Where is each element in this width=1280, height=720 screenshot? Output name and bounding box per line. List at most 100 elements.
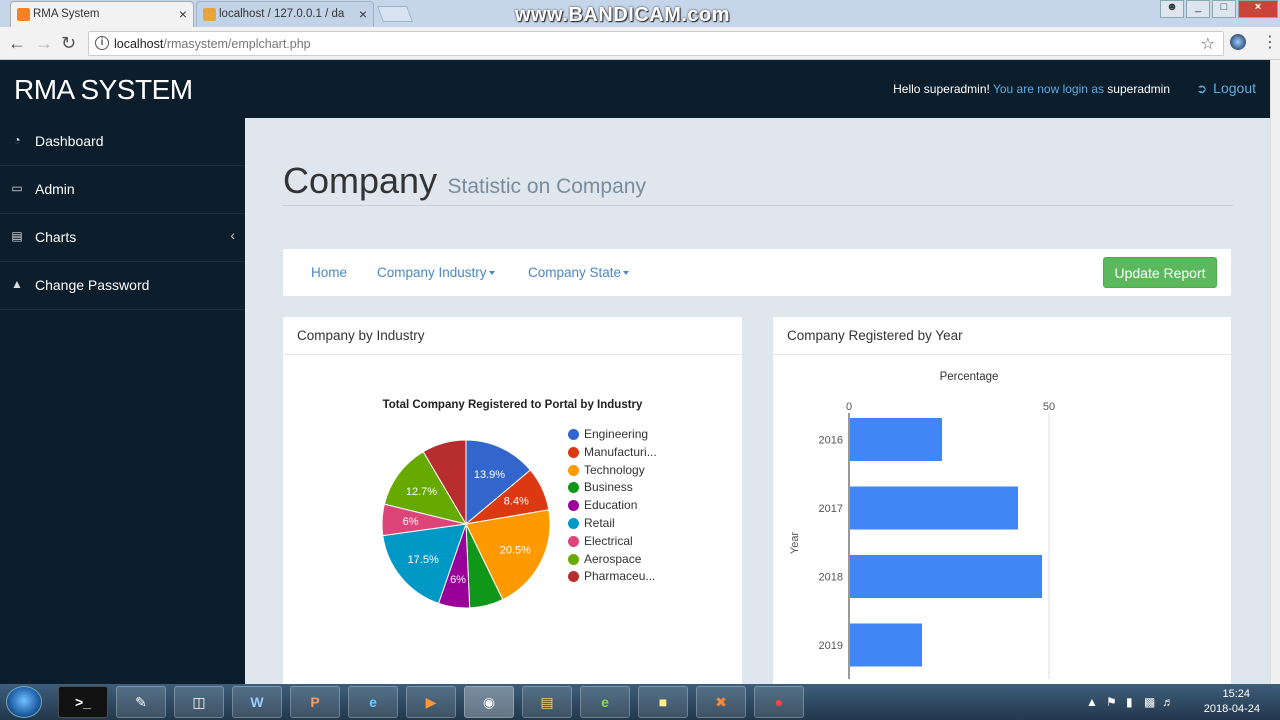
phpmyadmin-favicon-icon <box>203 8 216 21</box>
bar-2017[interactable] <box>850 486 1018 530</box>
bar-2019[interactable] <box>850 623 922 667</box>
sidebar: ◔ Dashboard ▭ Admin ▤ Charts ‹ ▲ Change … <box>0 118 245 684</box>
address-bar[interactable]: i localhost/rmasystem/emplchart.php ☆ <box>88 31 1224 56</box>
info-icon[interactable]: i <box>95 36 109 50</box>
media-player-taskbar-icon[interactable]: ▶ <box>406 686 456 718</box>
window-close-icon[interactable]: × <box>1238 0 1278 18</box>
caret-down-icon <box>488 271 495 276</box>
update-report-button[interactable]: Update Report <box>1103 257 1217 288</box>
login-greeting: Hello superadmin! You are now login as s… <box>893 82 1170 96</box>
files-taskbar-icon[interactable]: ◫ <box>174 686 224 718</box>
sidebar-item-dashboard[interactable]: ◔ Dashboard <box>0 118 245 166</box>
xampp-favicon-icon <box>17 8 30 21</box>
explorer-taskbar-icon[interactable]: ▤ <box>522 686 572 718</box>
action-center-icon[interactable]: ⚑ <box>1106 695 1117 709</box>
browser-tab-rma[interactable]: RMA System × <box>10 1 194 27</box>
y-tick-label: 2017 <box>819 503 843 515</box>
chrome-menu-icon[interactable]: ⋮ <box>1262 33 1278 53</box>
home-link[interactable]: Home <box>311 265 347 280</box>
start-button[interactable] <box>6 686 42 718</box>
user-icon[interactable]: ☻ <box>1160 0 1184 18</box>
close-tab-icon[interactable]: × <box>359 6 367 22</box>
bar-2016[interactable] <box>850 418 942 461</box>
legend-label: Electrical <box>584 533 633 548</box>
y-tick-label: 2018 <box>819 572 843 584</box>
company-state-dropdown[interactable]: Company State <box>528 265 630 280</box>
main-content: Company Statistic on Company Home Compan… <box>245 118 1270 687</box>
sitemap-icon: ▲ <box>11 277 23 291</box>
header-divider <box>283 205 1233 206</box>
legend-swatch <box>568 464 579 476</box>
browser-tab-phpmyadmin[interactable]: localhost / 127.0.0.1 / da × <box>196 1 374 27</box>
legend-swatch <box>568 518 579 529</box>
pie-data-label: 6% <box>450 574 466 586</box>
cmd-taskbar-icon[interactable]: >_ <box>58 686 108 718</box>
pie-data-label: 17.5% <box>408 554 439 566</box>
x-tick-label: 50 <box>1043 401 1055 413</box>
sidebar-item-admin[interactable]: ▭ Admin <box>0 166 245 214</box>
x-tick-label: 0 <box>846 401 852 413</box>
legend-label: Business <box>584 480 633 495</box>
legend-label: Engineering <box>584 427 649 441</box>
app-header: RMA SYSTEM Hello superadmin! You are now… <box>0 60 1270 118</box>
legend-swatch <box>568 429 579 440</box>
dropdown-label: Company Industry <box>377 265 487 280</box>
volume-icon[interactable]: ♬ <box>1162 695 1174 709</box>
pie-data-label: 12.7% <box>406 486 437 498</box>
reload-icon[interactable]: ↻ <box>61 33 76 53</box>
logout-link[interactable]: ➲ Logout <box>1196 80 1256 97</box>
browser-tab-bar: RMA System × localhost / 127.0.0.1 / da … <box>0 0 1280 27</box>
chevron-left-icon: ‹ <box>230 227 235 243</box>
legend-label: Manufacturi... <box>584 444 657 459</box>
bandicam-taskbar-icon[interactable]: ● <box>754 686 804 718</box>
sidebar-item-change-password[interactable]: ▲ Change Password <box>0 262 245 310</box>
close-tab-icon[interactable]: × <box>179 6 187 22</box>
word-taskbar-icon[interactable]: W <box>232 686 282 718</box>
tab-label: localhost / 127.0.0.1 / da <box>219 8 345 20</box>
company-industry-dropdown[interactable]: Company Industry <box>377 265 495 280</box>
notepad-taskbar-icon[interactable]: ✎ <box>116 686 166 718</box>
clock-date[interactable]: 2018-04-24 <box>1204 703 1260 715</box>
network-icon[interactable]: ▩ <box>1144 695 1155 709</box>
industry-chart-panel: Company by Industry Total Company Regist… <box>283 317 742 687</box>
brand-logo[interactable]: RMA SYSTEM <box>14 74 193 106</box>
extension-icon[interactable] <box>1230 34 1246 50</box>
legend-swatch <box>568 553 579 565</box>
report-menu-bar: Home Company Industry Company State Upda… <box>283 249 1231 296</box>
sidebar-item-charts[interactable]: ▤ Charts ‹ <box>0 214 245 262</box>
dropdown-label: Company State <box>528 265 622 280</box>
minimize-icon[interactable]: _ <box>1186 0 1210 18</box>
caret-down-icon <box>623 271 630 276</box>
y-tick-label: 2016 <box>819 435 843 447</box>
dreamweaver-taskbar-icon[interactable]: e <box>580 686 630 718</box>
chrome-taskbar-icon[interactable]: ◉ <box>464 686 514 718</box>
xampp-taskbar-icon[interactable]: ✖ <box>696 686 746 718</box>
bar-chart-axis-title: Percentage <box>940 371 999 383</box>
bookmark-star-icon[interactable]: ☆ <box>1201 34 1215 54</box>
show-hidden-icons-icon[interactable]: ▲ <box>1086 695 1098 709</box>
back-arrow-icon[interactable]: ← <box>8 33 26 53</box>
maximize-icon[interactable]: □ <box>1212 0 1236 18</box>
sidebar-item-label: Dashboard <box>35 133 104 149</box>
battery-icon[interactable]: ▮ <box>1126 695 1133 709</box>
sticky-notes-taskbar-icon[interactable]: ■ <box>638 686 688 718</box>
greeting-text: Hello superadmin! <box>893 82 990 96</box>
powerpoint-taskbar-icon[interactable]: P <box>290 686 340 718</box>
url-text: localhost/rmasystem/emplchart.php <box>114 37 311 51</box>
forward-arrow-icon[interactable]: → <box>35 33 53 53</box>
new-tab-button[interactable] <box>377 6 413 22</box>
internet-explorer-taskbar-icon[interactable]: e <box>348 686 398 718</box>
sign-out-icon: ➲ <box>1196 81 1208 96</box>
windows-taskbar: >_ ✎ ◫ W P e ▶ ◉ ▤ e ■ ✖ ● ▲ ⚑ ▮ ▩ ♬ 15:… <box>0 684 1280 720</box>
url-path: /rmasystem/emplchart.php <box>163 37 311 51</box>
page-scrollbar[interactable] <box>1270 60 1280 684</box>
bar-2018[interactable] <box>850 555 1042 598</box>
sidebar-item-label: Charts <box>35 229 77 245</box>
legend-swatch <box>568 446 579 458</box>
page-subtitle: Statistic on Company <box>447 175 646 198</box>
logout-label: Logout <box>1213 80 1256 96</box>
y-axis-label: Year <box>789 532 801 555</box>
clock-time[interactable]: 15:24 <box>1222 688 1250 700</box>
legend-label: Retail <box>584 516 615 530</box>
legend-swatch <box>568 535 579 547</box>
